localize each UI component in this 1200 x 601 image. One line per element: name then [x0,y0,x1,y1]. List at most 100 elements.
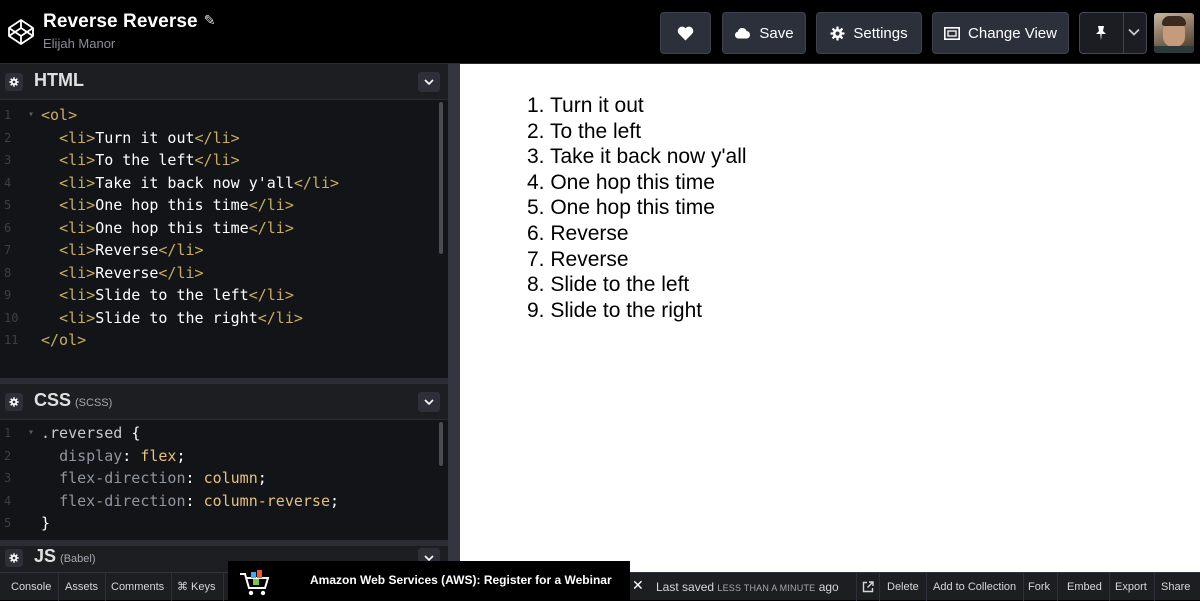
layout-view-icon [944,26,961,40]
pin-button[interactable] [1079,12,1147,54]
code-source: .reversed { [41,422,140,445]
add-to-collection-button[interactable]: Add to Collection [926,573,1025,601]
sponsor-ad[interactable]: Amazon Web Services (AWS): Register for … [228,561,630,601]
li-open-tag: <li> [59,263,96,282]
preview-list-item: 4. One hop this time [527,170,715,194]
pencil-edit-icon[interactable]: ✎ [204,12,216,29]
last-saved-status: Last saved LESS THAN A MINUTE ago [656,580,839,594]
author-name[interactable]: Elijah Manor [43,36,115,51]
html-pane-title: HTML [34,70,84,90]
line-number: 2 [4,448,12,463]
line-number: 5 [4,516,12,530]
change-view-button[interactable]: Change View [932,12,1069,54]
editor-preview-resize-handle[interactable] [448,64,460,572]
html-pane-collapse-icon[interactable] [418,72,440,92]
css-value: column [203,469,258,487]
css-code-editor[interactable]: 1 ▾ .reversed {2 display: flex; 3 flex-dire… [0,420,448,540]
settings-button[interactable]: Settings [816,12,922,54]
close-ad-icon[interactable]: ✕ [632,577,644,594]
share-button[interactable]: Share [1154,573,1197,601]
code-source: <li>Turn it out</li> [41,127,240,150]
sponsor-ad-text[interactable]: Amazon Web Services (AWS): Register for … [310,573,612,587]
preview-list-item: 3. Take it back now y'all [527,145,747,169]
li-close-tag: </li> [293,173,340,192]
css-settings-gear-icon[interactable] [5,393,23,411]
li-open-tag: <li> [59,173,96,192]
css-selector: .reversed [41,424,123,442]
pen-title[interactable]: Reverse Reverse ✎ [43,11,216,33]
code-line: 3 <li>To the left</li> [0,149,448,172]
li-text: One hop this time [95,196,249,214]
code-source: <li>Slide to the right</li> [41,307,303,330]
result-preview: 1. Turn it out 2. To the left 3. Take it b… [460,64,1200,572]
li-close-tag: </li> [158,241,204,259]
assets-button[interactable]: Assets [58,573,107,601]
li-open-tag: <li> [59,241,96,259]
fold-arrow-icon[interactable]: ▾ [28,422,34,445]
chevron-down-icon[interactable] [1128,28,1140,36]
bottom-bar: Console Assets Comments ⌘ Keys Amazon We… [0,561,1200,601]
preview-list-item: 8. Slide to the left [527,273,690,297]
top-bar: Reverse Reverse ✎ Elijah Manor Save Setti… [0,0,1200,64]
code-line: 2 display: flex; [0,445,448,468]
embed-button[interactable]: Embed [1060,573,1110,601]
html-pane-header[interactable]: HTML [0,64,448,100]
colon: : [185,491,204,510]
code-source: <li>Reverse</li> [41,262,204,285]
user-avatar[interactable] [1154,13,1194,53]
css-value: flex [140,446,177,465]
like-button[interactable] [660,12,711,54]
open-external-icon[interactable] [856,573,880,601]
code-line: 4 <li>Take it back now y'all</li> [0,172,448,195]
code-source: <li>Take it back now y'all</li> [41,172,339,195]
code-source: flex-direction: column-reverse; [41,490,339,513]
settings-label: Settings [853,24,908,42]
open-brace: { [131,424,141,442]
li-text: Take it back now y'all [95,173,294,192]
css-pane-title: CSS (SCSS) [34,390,112,411]
li-text: Turn it out [95,128,195,147]
code-source: <li>One hop this time</li> [41,217,294,240]
css-pane-collapse-icon[interactable] [418,392,440,412]
code-line: 5 <li>One hop this time</li> [0,194,448,217]
save-label: Save [759,24,794,42]
keys-button[interactable]: ⌘ Keys [170,573,224,601]
export-button[interactable]: Export [1108,573,1155,601]
li-close-tag: </li> [248,286,294,304]
li-close-tag: </li> [257,308,303,327]
html-code-editor[interactable]: 1 ▾ <ol> 2 <li>Turn it out</li> 3 <li>To the… [0,100,448,378]
li-text: To the left [95,151,195,169]
css-property: flex-direction [59,469,186,487]
avatar-hair [1162,16,1186,26]
line-number: 5 [4,198,12,212]
codepen-logo-icon[interactable] [7,18,35,46]
css-pane-header[interactable]: CSS (SCSS) [0,384,448,420]
css-property: display [59,446,123,465]
line-number: 1 [4,426,12,440]
line-number: 3 [4,471,12,485]
li-text: Reverse [95,241,159,259]
avatar-shirt [1154,46,1194,53]
html-settings-gear-icon[interactable] [5,73,23,91]
li-open-tag: <li> [59,128,96,147]
li-text: Slide to the left [95,286,249,304]
line-number: 4 [4,175,12,190]
comments-button[interactable]: Comments [104,573,173,601]
preview-list-item: 6. Reverse [527,221,629,245]
console-button[interactable]: Console [4,573,60,601]
li-text: Slide to the right [95,308,258,327]
shopping-cart-icon [240,570,270,596]
save-button[interactable]: Save [722,12,806,54]
js-pane-title: JS (Babel) [34,546,96,567]
fork-button[interactable]: Fork [1021,573,1058,601]
js-preprocessor-label: (Babel) [60,553,96,565]
pin-icon [1096,26,1106,41]
code-line: 7 <li>Reverse</li> [0,239,448,262]
li-open-tag: <li> [59,151,96,169]
js-settings-gear-icon[interactable] [5,549,23,567]
fold-arrow-icon[interactable]: ▾ [28,104,34,127]
code-line: 10 <li>Slide to the right</li> [0,307,448,330]
delete-button[interactable]: Delete [880,573,927,601]
last-saved-prefix: Last saved [656,580,715,594]
pen-title-text: Reverse Reverse [43,11,198,32]
